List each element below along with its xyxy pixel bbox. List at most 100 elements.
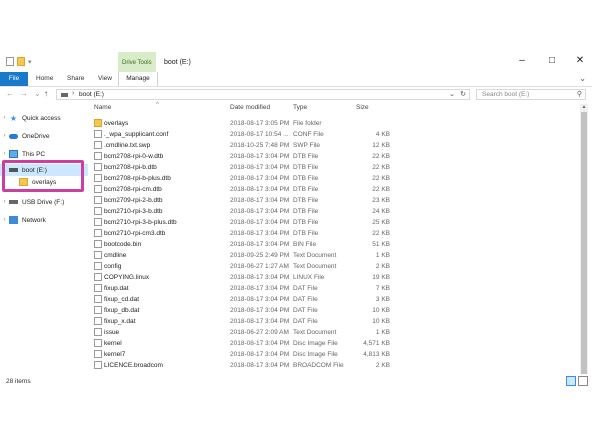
close-button[interactable]: ✕	[570, 55, 590, 66]
address-path[interactable]: boot (E:)	[79, 91, 104, 98]
chevron-right-icon[interactable]: ›	[0, 115, 9, 121]
table-row[interactable]: bcm2708-rpi-b.dtb 2018-08-17 3:04 PM DTB F…	[90, 162, 578, 173]
network-icon	[9, 216, 18, 224]
chevron-right-icon[interactable]: ›	[0, 217, 9, 223]
table-row[interactable]: kernel 2018-08-17 3:04 PM Disc Image File 4…	[90, 338, 578, 349]
table-row[interactable]: bcm2708-rpi-0-w.dtb 2018-08-17 3:04 PM DTB…	[90, 151, 578, 162]
table-row[interactable]: overlays 2018-08-17 3:05 PM File folder	[90, 118, 578, 129]
file-date: 2018-08-17 3:04 PM	[230, 219, 290, 226]
file-icon	[94, 284, 102, 292]
scroll-up-icon[interactable]: ▲	[580, 104, 588, 110]
table-row[interactable]: kernel7 2018-08-17 3:04 PM Disc Image File…	[90, 349, 578, 360]
chevron-right-icon[interactable]: ›	[0, 133, 9, 139]
file-date: 2018-08-17 10:54 ...	[230, 131, 289, 138]
folder-icon	[94, 119, 102, 127]
customize-toolbar-icon[interactable]: ▾	[28, 58, 32, 66]
search-box[interactable]: Search boot (E:) ⚲	[476, 89, 586, 100]
table-row[interactable]: fixup_db.dat 2018-08-17 3:04 PM DAT File 10…	[90, 305, 578, 316]
cloud-icon	[9, 133, 18, 139]
maximize-button[interactable]: □	[542, 55, 562, 66]
file-name: bcm2710-rpi-3-b-plus.dtb	[104, 219, 177, 226]
file-icon	[94, 317, 102, 325]
up-button[interactable]: ↑	[44, 89, 48, 98]
table-row[interactable]: bcm2708-rpi-b-plus.dtb 2018-08-17 3:04 PM…	[90, 173, 578, 184]
file-name: bcm2710-rpi-3-b.dtb	[104, 208, 163, 215]
table-row[interactable]: LICENCE.broadcom 2018-08-17 3:04 PM BROADC…	[90, 360, 578, 371]
file-name: bcm2708-rpi-b-plus.dtb	[104, 175, 171, 182]
scrollbar-thumb[interactable]	[581, 112, 587, 374]
details-view-button[interactable]	[566, 376, 576, 386]
tab-view[interactable]: View	[98, 75, 112, 82]
file-name: bcm2708-rpi-0-w.dtb	[104, 153, 164, 160]
table-row[interactable]: fixup_cd.dat 2018-08-17 3:04 PM DAT File 3 …	[90, 294, 578, 305]
file-size: 4 KB	[375, 131, 390, 138]
back-button[interactable]: ←	[6, 89, 14, 98]
chevron-right-icon[interactable]: ›	[0, 199, 9, 205]
table-row[interactable]: bcm2710-rpi-3-b-plus.dtb 2018-08-17 3:04 …	[90, 217, 578, 228]
table-row[interactable]: .cmdline.txt.swp 2018-10-25 7:48 PM SWP Fi…	[90, 140, 578, 151]
tab-file[interactable]: File	[0, 72, 28, 86]
column-header-date[interactable]: Date modified	[230, 104, 270, 111]
window-title: boot (E:)	[164, 59, 191, 66]
file-type: BIN File	[293, 241, 317, 248]
vertical-scrollbar[interactable]: ▲	[580, 104, 588, 374]
drive-tools-context-tab: Drive Tools	[118, 52, 156, 72]
file-size: 22 KB	[372, 175, 390, 182]
sidebar-item-usb-drive[interactable]: › USB Drive (F:)	[0, 196, 88, 208]
table-row[interactable]: fixup_x.dat 2018-08-17 3:04 PM DAT File 10 …	[90, 316, 578, 327]
file-date: 2018-08-17 3:04 PM	[230, 285, 290, 292]
file-icon	[94, 141, 102, 149]
file-size: 10 KB	[372, 307, 390, 314]
file-date: 2018-10-25 7:48 PM	[230, 142, 290, 149]
chevron-down-icon[interactable]: ⌄	[449, 90, 455, 98]
chevron-right-icon[interactable]: ›	[72, 90, 74, 97]
table-row[interactable]: config 2018-06-27 1:27 AM Text Document 2 K…	[90, 261, 578, 272]
properties-icon[interactable]	[6, 57, 14, 66]
expand-ribbon-icon[interactable]: ⌄	[579, 74, 586, 83]
new-folder-icon[interactable]	[17, 57, 25, 66]
table-row[interactable]: fixup.dat 2018-08-17 3:04 PM DAT File 7 KB	[90, 283, 578, 294]
file-name: bcm2708-rpi-b.dtb	[104, 164, 157, 171]
sidebar-item-this-pc[interactable]: › This PC	[0, 148, 88, 160]
tab-home[interactable]: Home	[36, 75, 53, 82]
file-size: 24 KB	[372, 208, 390, 215]
drive-icon	[61, 93, 68, 97]
forward-button[interactable]: →	[20, 89, 28, 98]
tab-share[interactable]: Share	[67, 75, 84, 82]
address-bar[interactable]: › boot (E:) ⌄ ↻	[56, 89, 470, 100]
column-header-name[interactable]: Name	[94, 104, 111, 111]
file-date: 2018-06-27 1:27 AM	[230, 263, 289, 270]
minimize-button[interactable]: –	[512, 55, 532, 66]
table-row[interactable]: ._wpa_supplicant.conf 2018-08-17 10:54 ..…	[90, 129, 578, 140]
search-placeholder[interactable]: Search boot (E:)	[482, 91, 529, 98]
large-icons-view-button[interactable]	[578, 376, 588, 386]
status-bar: 28 items	[0, 374, 592, 390]
table-row[interactable]: COPYING.linux 2018-08-17 3:04 PM LINUX Fil…	[90, 272, 578, 283]
file-date: 2018-08-17 3:04 PM	[230, 362, 290, 369]
file-icon	[94, 306, 102, 314]
table-row[interactable]: issue 2018-06-27 2:09 AM Text Document 1 KB	[90, 327, 578, 338]
table-row[interactable]: bcm2710-rpi-3-b.dtb 2018-08-17 3:04 PM DTB…	[90, 206, 578, 217]
star-icon: ★	[9, 113, 18, 123]
table-row[interactable]: bootcode.bin 2018-08-17 3:04 PM BIN File 51…	[90, 239, 578, 250]
file-type: Text Document	[293, 263, 337, 270]
file-type: Disc Image File	[293, 340, 338, 347]
column-header-type[interactable]: Type	[293, 104, 307, 111]
chevron-right-icon[interactable]: ›	[0, 151, 9, 157]
sidebar-item-onedrive[interactable]: › OneDrive	[0, 130, 88, 142]
refresh-icon[interactable]: ↻	[460, 90, 466, 98]
table-row[interactable]: cmdline 2018-09-25 2:49 PM Text Document 1 …	[90, 250, 578, 261]
file-icon	[94, 185, 102, 193]
file-date: 2018-08-17 3:04 PM	[230, 241, 290, 248]
file-date: 2018-08-17 3:04 PM	[230, 186, 290, 193]
file-name: cmdline	[104, 252, 127, 259]
table-row[interactable]: bcm2709-rpi-2-b.dtb 2018-08-17 3:04 PM DTB…	[90, 195, 578, 206]
table-row[interactable]: bcm2710-rpi-cm3.dtb 2018-08-17 3:04 PM DTB…	[90, 228, 578, 239]
column-header-size[interactable]: Size	[356, 104, 369, 111]
recent-locations-button[interactable]: ⌄	[34, 89, 41, 98]
sidebar-item-quick-access[interactable]: › ★ Quick access	[0, 112, 88, 124]
tab-manage[interactable]: Manage	[118, 72, 158, 86]
sidebar-item-network[interactable]: › Network	[0, 214, 88, 226]
table-row[interactable]: bcm2708-rpi-cm.dtb 2018-08-17 3:04 PM DTB …	[90, 184, 578, 195]
file-size: 4,571 KB	[363, 340, 390, 347]
